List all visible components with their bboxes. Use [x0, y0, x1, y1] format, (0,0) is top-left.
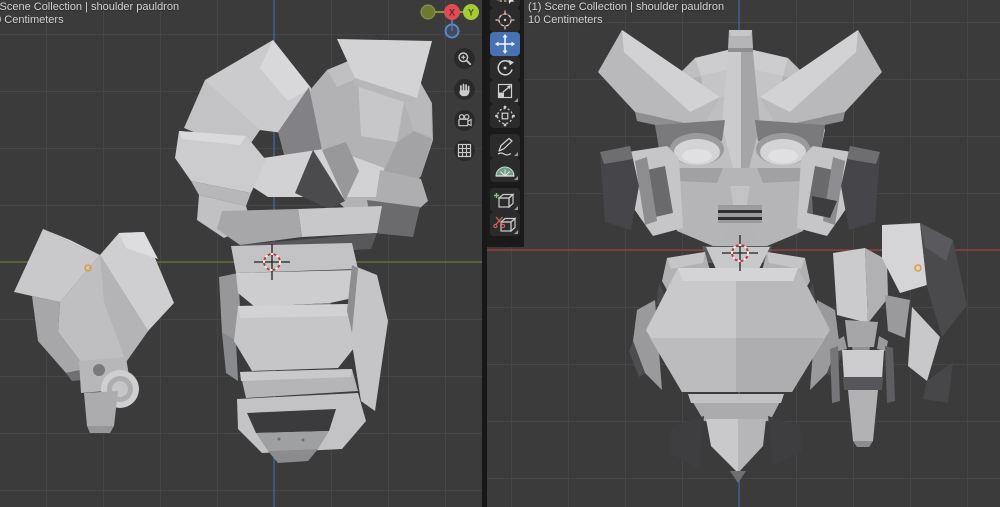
zoom-button[interactable] [454, 48, 475, 69]
gizmo-neg-z-ball[interactable] [446, 25, 459, 38]
object-shoulder-pauldron-side[interactable] [14, 229, 174, 433]
tool-options-corner [514, 206, 518, 210]
camera-view-button[interactable] [454, 110, 475, 131]
grid-icon [454, 140, 475, 161]
viewport-right-units: 10 Centimeters [528, 14, 603, 27]
scene-left [0, 0, 482, 507]
object-head-side[interactable] [175, 39, 433, 257]
tool-measure[interactable] [490, 158, 520, 182]
tool-transform[interactable] [490, 104, 520, 128]
hand-icon [454, 79, 475, 100]
object-shoulder-pauldron-front[interactable] [882, 223, 967, 403]
tool-rotate[interactable] [490, 56, 520, 80]
tool-shelf [487, 0, 524, 247]
select-box-icon [490, 0, 520, 8]
nav-gizmo[interactable]: X Y [414, 0, 482, 44]
object-torso-side[interactable] [219, 243, 388, 463]
move-icon [490, 32, 520, 56]
camera-icon [454, 110, 475, 131]
transform-icon [490, 104, 520, 128]
tool-options-corner [514, 230, 518, 234]
tool-move[interactable] [490, 32, 520, 56]
gizmo-x-label: X [449, 8, 455, 18]
tool-options-corner [514, 98, 518, 102]
rotate-icon [490, 56, 520, 80]
viewport-right-header: (1) Scene Collection | shoulder pauldron [528, 1, 724, 14]
grid-ortho-button[interactable] [454, 140, 475, 161]
tool-cut-cube[interactable] [490, 212, 520, 236]
tool-options-corner [514, 152, 518, 156]
tool-cursor[interactable] [490, 8, 520, 32]
viewport-right[interactable]: (1) Scene Collection | shoulder pauldron… [487, 0, 1000, 507]
tool-annotate[interactable] [490, 134, 520, 158]
object-arm-front[interactable] [830, 248, 895, 447]
scene-right [487, 0, 1000, 507]
magnifier-icon [454, 48, 475, 69]
viewport-left[interactable]: X Y [0, 0, 482, 507]
gizmo-y-label: Y [468, 8, 474, 18]
tool-scale[interactable] [490, 80, 520, 104]
cursor-tool-icon [490, 8, 520, 32]
blender-window: { "app": { "name": "Blender", "editor": … [0, 0, 1000, 507]
viewport-left-units: 10 Centimeters [0, 14, 64, 27]
tool-options-corner [514, 176, 518, 180]
pan-button[interactable] [454, 79, 475, 100]
object-head-front[interactable] [598, 30, 882, 251]
tool-select-box[interactable] [490, 0, 520, 8]
tool-add-cube[interactable] [490, 188, 520, 212]
viewport-left-header: (1) Scene Collection | shoulder pauldron [0, 1, 179, 14]
gizmo-neg-y-ball[interactable] [421, 5, 435, 19]
object-torso-front[interactable] [629, 246, 843, 483]
